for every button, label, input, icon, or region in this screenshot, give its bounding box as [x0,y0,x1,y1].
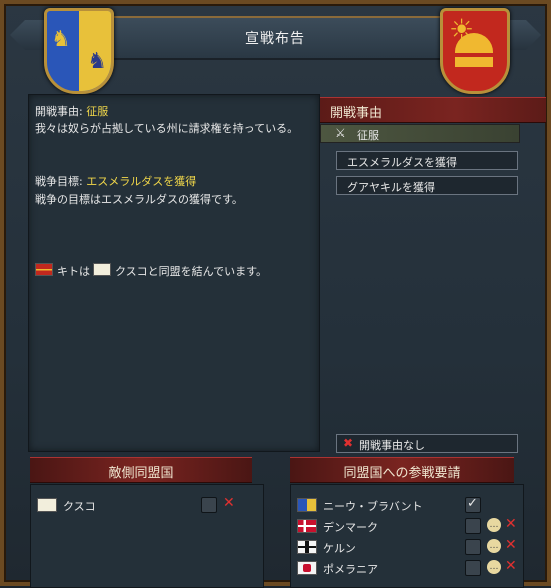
alliance-note: キトは クスコと同盟を結んでいます。 [35,263,267,279]
speech-bubble-icon[interactable]: … [487,560,501,574]
cusco-flag-icon [37,498,57,512]
speech-bubble-icon[interactable]: … [487,539,501,553]
description-panel: 開戦事由: 征服 我々は奴らが占拠している州に請求権を持っている。 戦争目標: … [28,94,320,452]
cb-header: 開戦事由 [320,97,546,123]
call-to-arms-checkbox[interactable] [465,518,481,534]
denmark-flag-icon [297,519,317,533]
country-name: ケルン [323,542,356,555]
call-to-arms-checkbox[interactable] [465,539,481,555]
war-goal-label: グアヤキルを獲得 [347,181,435,194]
call-to-arms-checkbox[interactable] [465,560,481,576]
no-cb-option[interactable]: ✖ 開戦事由なし [336,434,518,453]
alliance-part1: キトは [57,265,90,278]
quito-flag-icon [35,263,53,276]
list-item: クスコ ✕ [37,495,259,515]
claim-text: 我々は奴らが占拠している州に請求権を持っている。 [35,122,299,135]
enemy-allies-header: 敵側同盟国 [108,466,174,481]
list-item: デンマーク … ✕ [297,516,519,536]
cancel-x-icon[interactable]: ✕ [505,516,517,532]
window-title: 宣戦布告 [245,31,305,47]
cb-value: 征服 [86,105,109,118]
target-shield-icon: ☀ [440,8,510,94]
country-name: ニーウ・ブラバント [323,500,423,513]
country-name: デンマーク [323,521,378,534]
cologne-flag-icon [297,540,317,554]
enemy-allies-list: クスコ ✕ [30,484,264,588]
ally-requests-header: 同盟国への参戦要請 [343,466,461,481]
title-bar: 宣戦布告 [70,16,480,60]
war-goal: 戦争目標: エスメラルダスを獲得 [35,173,196,189]
cusco-flag-icon [93,263,111,276]
war-goal-option-guayaquil[interactable]: グアヤキルを獲得 [336,176,518,195]
list-item: ニーウ・ブラバント [297,495,519,515]
alliance-part2: クスコと同盟を結んでいます。 [115,265,268,278]
goal-value: エスメラルダスを獲得 [86,175,197,188]
country-name: ポメラニア [323,563,378,576]
cancel-x-icon[interactable]: ✕ [505,537,517,553]
cancel-x-icon[interactable]: ✕ [223,495,235,511]
speech-bubble-icon[interactable]: … [487,518,501,532]
pomerania-flag-icon [297,561,317,575]
war-goal-label: エスメラルダスを獲得 [347,156,457,169]
attacker-shield-icon: ♞ ♞ [44,8,114,94]
no-cb-label: 開戦事由なし [359,439,425,452]
war-goal-option-esmeraldas[interactable]: エスメラルダスを獲得 [336,151,518,170]
cb-header-label: 開戦事由 [330,106,383,121]
call-to-arms-checkbox[interactable] [465,496,481,513]
red-x-icon: ✖ [343,436,354,450]
cb-label: 開戦事由: [35,105,83,118]
goal-label: 戦争目標: [35,175,83,188]
crossed-swords-icon: ⚔ [335,126,346,140]
enemy-allies-banner: 敵側同盟国 [30,457,252,483]
brabant-flag-icon [297,498,317,512]
country-name: クスコ [63,500,96,513]
list-item: ケルン … ✕ [297,537,519,557]
cb-conquest-label: 征服 [357,129,379,142]
ally-requests-list: ニーウ・ブラバント デンマーク … ✕ ケルン … ✕ ポメラニア … ✕ [290,484,524,588]
goal-description: 戦争の目標はエスメラルダスの獲得です。 [35,193,243,206]
cancel-x-icon[interactable]: ✕ [505,558,517,574]
ally-requests-banner: 同盟国への参戦要請 [290,457,514,483]
cb-conquest-option[interactable]: ⚔ 征服 [320,124,520,143]
checkbox[interactable] [201,497,217,513]
cb-description: 開戦事由: 征服 [35,103,108,119]
list-item: ポメラニア … ✕ [297,558,519,578]
